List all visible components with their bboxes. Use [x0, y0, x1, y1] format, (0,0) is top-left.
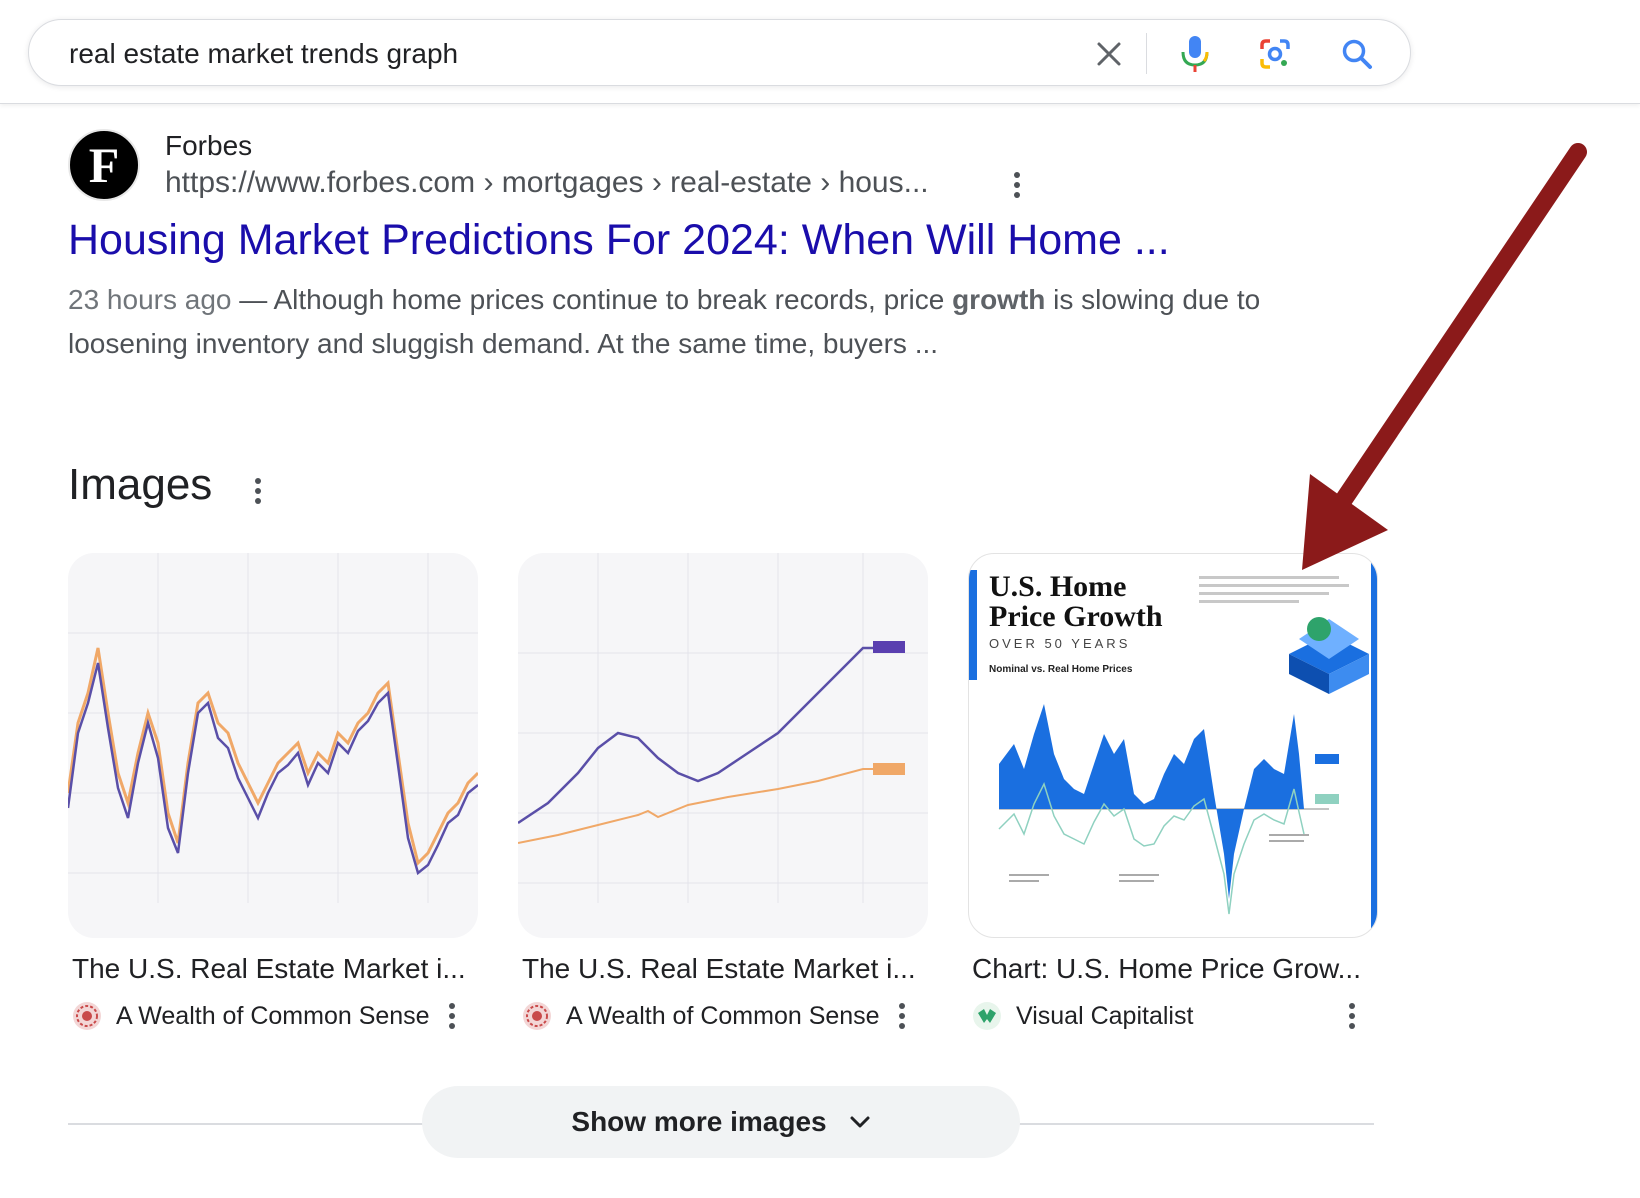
image-title[interactable]: The U.S. Real Estate Market i...	[72, 953, 472, 985]
image-thumbnail[interactable]	[68, 553, 478, 938]
snippet-text-start: Although home prices continue to break r…	[273, 284, 953, 315]
thumbnail-line-chart-graphic	[68, 553, 478, 903]
show-more-label: Show more images	[571, 1106, 827, 1137]
image-title[interactable]: Chart: U.S. Home Price Grow...	[972, 953, 1372, 985]
thumbnail-area-chart-graphic	[998, 576, 1369, 915]
lens-icon[interactable]	[1253, 32, 1297, 76]
image-more-options-icon[interactable]	[890, 999, 914, 1033]
search-header: real estate market trends graph	[0, 0, 1640, 104]
images-heading: Images	[68, 460, 213, 509]
chevron-down-icon	[849, 1115, 871, 1129]
close-icon[interactable]	[1087, 32, 1131, 76]
image-thumbnail[interactable]	[518, 553, 928, 938]
image-source-name: A Wealth of Common Sense	[566, 1001, 880, 1030]
result-snippet: 23 hours ago — Although home prices cont…	[68, 278, 1268, 366]
image-thumbnail[interactable]: U.S. Home Price Growth OVER 50 YEARS Nom…	[968, 553, 1378, 938]
image-more-options-icon[interactable]	[1340, 999, 1364, 1033]
image-title[interactable]: The U.S. Real Estate Market i...	[522, 953, 922, 985]
wealth-of-common-sense-icon	[73, 1002, 101, 1030]
microphone-icon[interactable]	[1173, 32, 1217, 76]
show-more-images-button[interactable]: Show more images	[422, 1086, 1020, 1158]
image-source[interactable]: A Wealth of Common Sense	[522, 1001, 880, 1031]
thumbnail-line-chart-graphic	[518, 553, 928, 903]
image-source-name: Visual Capitalist	[1016, 1001, 1194, 1030]
snippet-dash: —	[231, 284, 274, 315]
image-more-options-icon[interactable]	[440, 999, 464, 1033]
result-title-link[interactable]: Housing Market Predictions For 2024: Whe…	[68, 216, 1170, 265]
search-input[interactable]: real estate market trends graph	[69, 38, 458, 70]
favicon-letter: F	[88, 137, 120, 193]
result-site-name[interactable]: Forbes	[165, 130, 252, 162]
result-url[interactable]: https://www.forbes.com › mortgages › rea…	[165, 166, 929, 200]
search-icon[interactable]	[1335, 32, 1379, 76]
snippet-bold-term: growth	[952, 284, 1046, 315]
images-more-options-icon[interactable]	[246, 474, 270, 508]
search-box[interactable]: real estate market trends graph	[28, 19, 1411, 86]
result-more-options-icon[interactable]	[1003, 168, 1031, 202]
image-source[interactable]: A Wealth of Common Sense	[72, 1001, 430, 1031]
snippet-date: 23 hours ago	[68, 284, 232, 315]
visual-capitalist-icon	[973, 1002, 1001, 1030]
image-source[interactable]: Visual Capitalist	[972, 1001, 1193, 1031]
search-divider	[1146, 33, 1147, 74]
image-source-name: A Wealth of Common Sense	[116, 1001, 430, 1030]
wealth-of-common-sense-icon	[523, 1002, 551, 1030]
forbes-favicon[interactable]: F	[68, 129, 140, 201]
